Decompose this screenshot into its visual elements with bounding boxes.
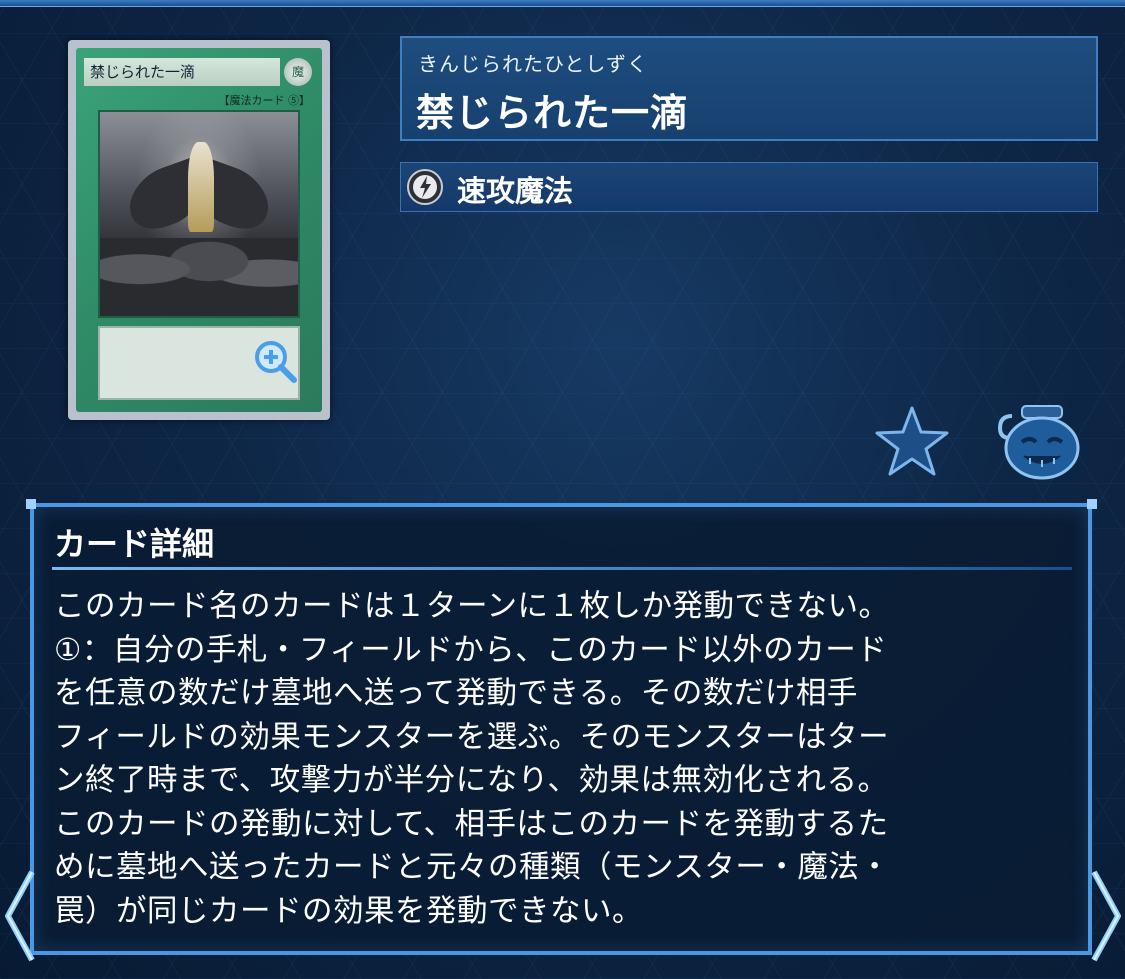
card-type-panel: 速攻魔法: [400, 162, 1098, 212]
card-image-type: 【魔法カード ⑤】: [218, 94, 311, 107]
card-name-title: 禁じられた一滴: [416, 91, 690, 135]
heading-divider: [52, 567, 1072, 570]
card-effect-text: このカード名のカードは１ターンに１枚しか発動できない。 ①：自分の手札・フィール…: [54, 589, 891, 929]
zoom-in-icon[interactable]: [252, 338, 298, 384]
top-bar: [0, 0, 1125, 7]
art-rocks: [100, 238, 298, 316]
card-name-reading: きんじられたひとしずく: [418, 52, 648, 76]
star-icon[interactable]: [873, 404, 951, 478]
card-image[interactable]: 禁じられた一滴 魔 【魔法カード ⑤】: [68, 40, 330, 420]
chevron-left-icon[interactable]: [0, 868, 40, 964]
pot-of-greed-icon[interactable]: [992, 402, 1084, 482]
card-details-panel: カード詳細 このカード名のカードは１ターンに１枚しか発動できない。 ①：自分の手…: [30, 503, 1092, 955]
card-name-panel: きんじられたひとしずく 禁じられた一滴: [400, 36, 1098, 141]
card-image-name: 禁じられた一滴: [84, 58, 280, 86]
card-attribute-icon: 魔: [284, 58, 312, 86]
card-details-heading: カード詳細: [54, 525, 215, 563]
quick-play-spell-icon: [407, 169, 443, 205]
chevron-right-icon[interactable]: [1086, 868, 1125, 964]
spell-type-label: 速攻魔法: [457, 174, 574, 208]
panel-corner-top-right: [1087, 499, 1097, 509]
panel-corner-top-left: [26, 499, 36, 509]
card-textbox: [98, 326, 300, 400]
card-artwork: [98, 110, 300, 318]
card-face: 禁じられた一滴 魔 【魔法カード ⑤】: [76, 48, 322, 412]
art-figure: [188, 142, 214, 232]
